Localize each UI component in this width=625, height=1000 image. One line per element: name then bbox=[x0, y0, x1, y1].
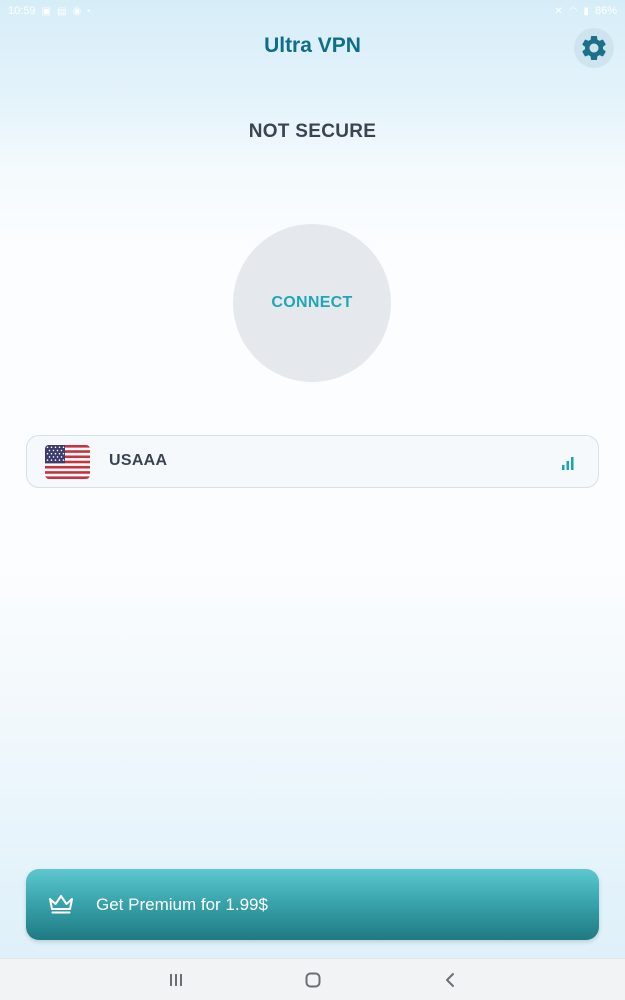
mute-icon: ✕ bbox=[554, 5, 563, 17]
signal-bars-icon bbox=[562, 457, 574, 470]
notification-icon: ▣ bbox=[41, 5, 51, 17]
status-bar: 10:59 ▣ ▤ ◉ • ✕ ◠ ▮ 86% bbox=[0, 0, 625, 22]
connect-label: CONNECT bbox=[271, 294, 353, 311]
back-button[interactable] bbox=[438, 969, 462, 991]
recents-button[interactable] bbox=[164, 969, 188, 991]
app-title: Ultra VPN bbox=[264, 34, 361, 57]
connect-button[interactable]: CONNECT bbox=[233, 224, 391, 382]
battery-level: 86% bbox=[594, 5, 617, 17]
server-name: USAAA bbox=[109, 452, 168, 469]
gear-icon bbox=[582, 35, 606, 60]
home-button[interactable] bbox=[301, 969, 325, 991]
cell-signal-icon: ▮ bbox=[583, 5, 589, 17]
navigation-bar bbox=[0, 958, 625, 1000]
dot-icon: • bbox=[87, 5, 91, 17]
connection-status: NOT SECURE bbox=[248, 121, 377, 142]
message-icon: ▤ bbox=[56, 5, 67, 17]
us-flag-icon bbox=[45, 445, 90, 479]
status-left: 10:59 ▣ ▤ ◉ • bbox=[8, 5, 91, 17]
status-right: ✕ ◠ ▮ 86% bbox=[554, 5, 617, 17]
wifi-icon: ◠ bbox=[568, 5, 578, 17]
home-icon bbox=[305, 972, 321, 988]
premium-label: Get Premium for 1.99$ bbox=[96, 895, 268, 914]
server-selector[interactable]: USAAA bbox=[26, 435, 599, 488]
settings-button[interactable] bbox=[574, 28, 614, 68]
recents-icon bbox=[170, 974, 182, 986]
back-icon bbox=[446, 973, 454, 987]
get-premium-button[interactable]: Get Premium for 1.99$ bbox=[26, 869, 599, 940]
crown-icon bbox=[49, 895, 73, 914]
status-time: 10:59 bbox=[8, 5, 36, 17]
location-icon: ◉ bbox=[72, 5, 82, 17]
